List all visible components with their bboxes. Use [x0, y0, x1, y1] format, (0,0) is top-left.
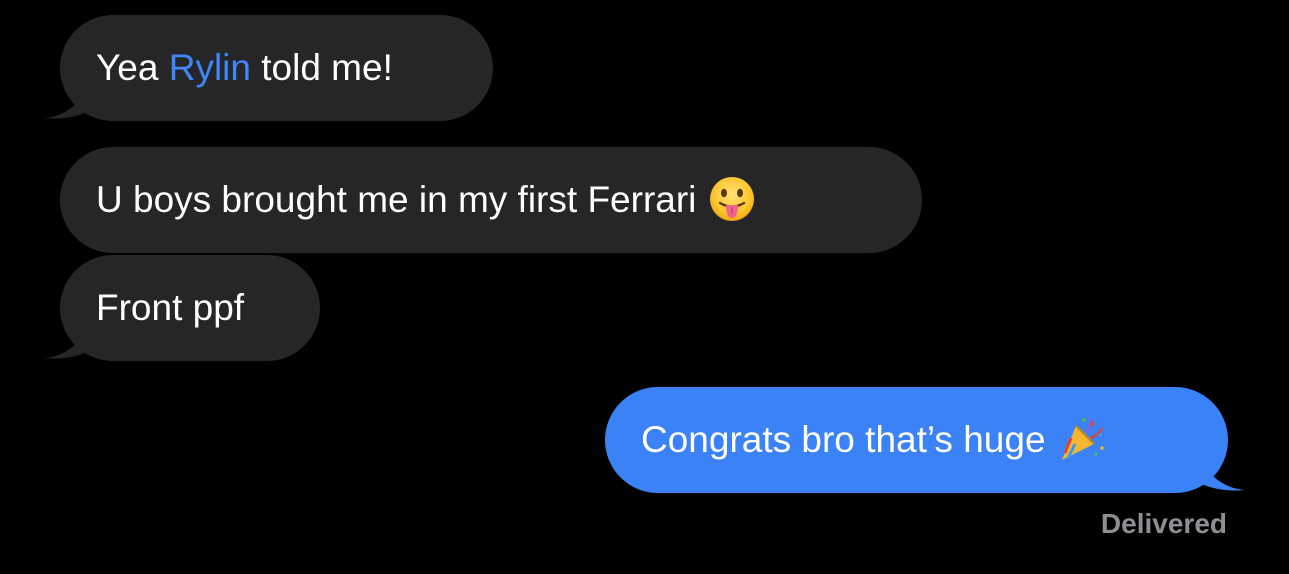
message-text: U boys brought me in my first Ferrari	[96, 179, 707, 220]
message-text: told me!	[250, 47, 393, 88]
message-bubble-ferrari[interactable]: U boys brought me in my first Ferrari	[60, 147, 922, 253]
message-bubble-congrats[interactable]: Congrats bro that’s huge	[605, 387, 1228, 493]
message-bubble-yea-rylin[interactable]: Yea Rylin told me!	[60, 15, 493, 121]
delivery-status: Delivered	[1100, 508, 1227, 539]
face-with-tongue-icon	[709, 177, 754, 222]
party-popper-icon	[1061, 417, 1104, 461]
message-text: Congrats bro that’s huge	[641, 419, 1056, 460]
message-bubble-front-ppf[interactable]: Front ppf	[60, 255, 320, 361]
mention-link[interactable]: Rylin	[169, 47, 251, 88]
message-text: Yea	[96, 47, 169, 88]
message-text: Front ppf	[96, 287, 245, 328]
